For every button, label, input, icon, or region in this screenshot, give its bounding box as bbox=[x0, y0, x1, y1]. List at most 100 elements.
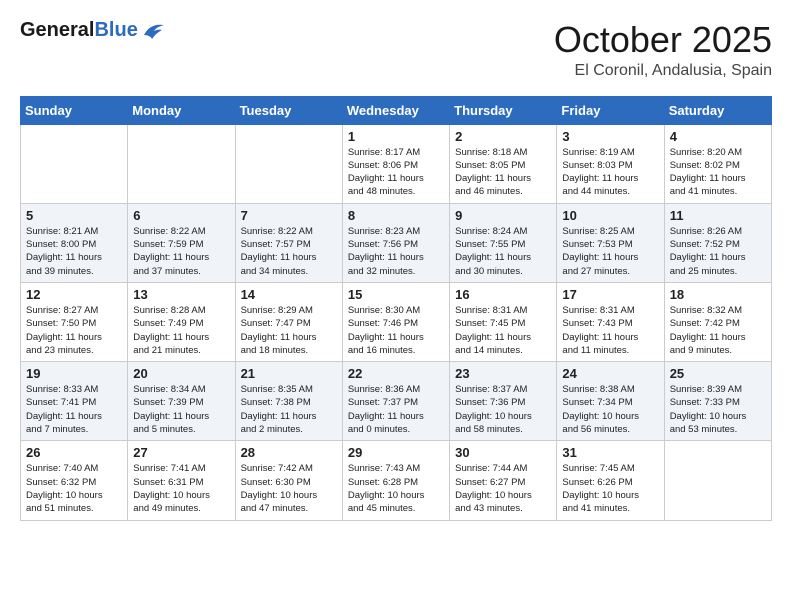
cell-info: Sunrise: 8:29 AM Sunset: 7:47 PM Dayligh… bbox=[241, 304, 337, 357]
day-number: 1 bbox=[348, 129, 444, 144]
location: El Coronil, Andalusia, Spain bbox=[554, 62, 772, 80]
calendar-cell: 8 Sunrise: 8:23 AM Sunset: 7:56 PM Daylig… bbox=[342, 203, 449, 282]
cell-info: Sunrise: 8:36 AM Sunset: 7:37 PM Dayligh… bbox=[348, 383, 444, 436]
cell-info: Sunrise: 8:37 AM Sunset: 7:36 PM Dayligh… bbox=[455, 383, 551, 436]
day-number: 13 bbox=[133, 287, 229, 302]
calendar-cell bbox=[664, 441, 771, 520]
day-number: 14 bbox=[241, 287, 337, 302]
calendar-cell: 5 Sunrise: 8:21 AM Sunset: 8:00 PM Daylig… bbox=[21, 203, 128, 282]
day-number: 11 bbox=[670, 208, 766, 223]
cell-info: Sunrise: 7:40 AM Sunset: 6:32 PM Dayligh… bbox=[26, 462, 122, 515]
day-number: 26 bbox=[26, 445, 122, 460]
calendar-cell: 30Sunrise: 7:44 AM Sunset: 6:27 PM Dayli… bbox=[450, 441, 557, 520]
calendar-cell: 27 Sunrise: 7:41 AM Sunset: 6:31 PM Dayli… bbox=[128, 441, 235, 520]
cell-info: Sunrise: 8:34 AM Sunset: 7:39 PM Dayligh… bbox=[133, 383, 229, 436]
calendar-cell: 31 Sunrise: 7:45 AM Sunset: 6:26 PM Dayli… bbox=[557, 441, 664, 520]
cell-info: Sunrise: 8:18 AM Sunset: 8:05 PM Dayligh… bbox=[455, 146, 551, 199]
calendar-cell: 10Sunrise: 8:25 AM Sunset: 7:53 PM Dayli… bbox=[557, 203, 664, 282]
cell-info: Sunrise: 8:17 AM Sunset: 8:06 PM Dayligh… bbox=[348, 146, 444, 199]
calendar-cell: 24Sunrise: 8:38 AM Sunset: 7:34 PM Dayli… bbox=[557, 362, 664, 441]
calendar-cell: 29 Sunrise: 7:43 AM Sunset: 6:28 PM Dayli… bbox=[342, 441, 449, 520]
day-number: 25 bbox=[670, 366, 766, 381]
calendar-cell: 25 Sunrise: 8:39 AM Sunset: 7:33 PM Dayli… bbox=[664, 362, 771, 441]
cell-info: Sunrise: 8:26 AM Sunset: 7:52 PM Dayligh… bbox=[670, 225, 766, 278]
page-header: GeneralBlue October 2025 El Coronil, And… bbox=[20, 20, 772, 80]
calendar-cell: 2Sunrise: 8:18 AM Sunset: 8:05 PM Daylig… bbox=[450, 124, 557, 203]
calendar-cell: 17 Sunrise: 8:31 AM Sunset: 7:43 PM Dayli… bbox=[557, 282, 664, 361]
logo-bird-icon bbox=[142, 21, 164, 41]
logo-blue: Blue bbox=[94, 19, 137, 41]
day-number: 19 bbox=[26, 366, 122, 381]
calendar-cell: 28 Sunrise: 7:42 AM Sunset: 6:30 PM Dayli… bbox=[235, 441, 342, 520]
day-number: 18 bbox=[670, 287, 766, 302]
day-number: 31 bbox=[562, 445, 658, 460]
cell-info: Sunrise: 8:22 AM Sunset: 7:59 PM Dayligh… bbox=[133, 225, 229, 278]
week-row-5: 26 Sunrise: 7:40 AM Sunset: 6:32 PM Dayli… bbox=[21, 441, 772, 520]
week-row-3: 12 Sunrise: 8:27 AM Sunset: 7:50 PM Dayli… bbox=[21, 282, 772, 361]
cell-info: Sunrise: 8:31 AM Sunset: 7:43 PM Dayligh… bbox=[562, 304, 658, 357]
cell-info: Sunrise: 8:19 AM Sunset: 8:03 PM Dayligh… bbox=[562, 146, 658, 199]
calendar-cell: 9Sunrise: 8:24 AM Sunset: 7:55 PM Daylig… bbox=[450, 203, 557, 282]
weekday-header-saturday: Saturday bbox=[664, 96, 771, 124]
title-block: October 2025 El Coronil, Andalusia, Spai… bbox=[554, 20, 772, 80]
calendar-cell: 18 Sunrise: 8:32 AM Sunset: 7:42 PM Dayli… bbox=[664, 282, 771, 361]
calendar-cell: 3 Sunrise: 8:19 AM Sunset: 8:03 PM Daylig… bbox=[557, 124, 664, 203]
month-title: October 2025 bbox=[554, 20, 772, 60]
calendar-cell bbox=[21, 124, 128, 203]
calendar-cell bbox=[128, 124, 235, 203]
cell-info: Sunrise: 8:20 AM Sunset: 8:02 PM Dayligh… bbox=[670, 146, 766, 199]
cell-info: Sunrise: 8:35 AM Sunset: 7:38 PM Dayligh… bbox=[241, 383, 337, 436]
cell-info: Sunrise: 8:21 AM Sunset: 8:00 PM Dayligh… bbox=[26, 225, 122, 278]
day-number: 30 bbox=[455, 445, 551, 460]
day-number: 29 bbox=[348, 445, 444, 460]
day-number: 5 bbox=[26, 208, 122, 223]
weekday-header-monday: Monday bbox=[128, 96, 235, 124]
weekday-header-row: SundayMondayTuesdayWednesdayThursdayFrid… bbox=[21, 96, 772, 124]
calendar-cell: 26 Sunrise: 7:40 AM Sunset: 6:32 PM Dayli… bbox=[21, 441, 128, 520]
cell-info: Sunrise: 7:42 AM Sunset: 6:30 PM Dayligh… bbox=[241, 462, 337, 515]
day-number: 8 bbox=[348, 208, 444, 223]
cell-info: Sunrise: 8:33 AM Sunset: 7:41 PM Dayligh… bbox=[26, 383, 122, 436]
week-row-1: 1 Sunrise: 8:17 AM Sunset: 8:06 PM Daylig… bbox=[21, 124, 772, 203]
cell-info: Sunrise: 8:23 AM Sunset: 7:56 PM Dayligh… bbox=[348, 225, 444, 278]
day-number: 4 bbox=[670, 129, 766, 144]
day-number: 20 bbox=[133, 366, 229, 381]
day-number: 12 bbox=[26, 287, 122, 302]
calendar-cell: 23 Sunrise: 8:37 AM Sunset: 7:36 PM Dayli… bbox=[450, 362, 557, 441]
calendar-cell: 4 Sunrise: 8:20 AM Sunset: 8:02 PM Daylig… bbox=[664, 124, 771, 203]
calendar-cell: 7Sunrise: 8:22 AM Sunset: 7:57 PM Daylig… bbox=[235, 203, 342, 282]
logo-general: General bbox=[20, 19, 94, 41]
calendar-cell: 20 Sunrise: 8:34 AM Sunset: 7:39 PM Dayli… bbox=[128, 362, 235, 441]
day-number: 21 bbox=[241, 366, 337, 381]
day-number: 15 bbox=[348, 287, 444, 302]
cell-info: Sunrise: 7:45 AM Sunset: 6:26 PM Dayligh… bbox=[562, 462, 658, 515]
weekday-header-thursday: Thursday bbox=[450, 96, 557, 124]
day-number: 17 bbox=[562, 287, 658, 302]
weekday-header-tuesday: Tuesday bbox=[235, 96, 342, 124]
day-number: 23 bbox=[455, 366, 551, 381]
calendar-cell: 11 Sunrise: 8:26 AM Sunset: 7:52 PM Dayli… bbox=[664, 203, 771, 282]
day-number: 27 bbox=[133, 445, 229, 460]
calendar-table: SundayMondayTuesdayWednesdayThursdayFrid… bbox=[20, 96, 772, 521]
calendar-cell: 22 Sunrise: 8:36 AM Sunset: 7:37 PM Dayli… bbox=[342, 362, 449, 441]
cell-info: Sunrise: 8:39 AM Sunset: 7:33 PM Dayligh… bbox=[670, 383, 766, 436]
cell-info: Sunrise: 8:32 AM Sunset: 7:42 PM Dayligh… bbox=[670, 304, 766, 357]
weekday-header-friday: Friday bbox=[557, 96, 664, 124]
cell-info: Sunrise: 8:27 AM Sunset: 7:50 PM Dayligh… bbox=[26, 304, 122, 357]
day-number: 10 bbox=[562, 208, 658, 223]
calendar-cell: 13Sunrise: 8:28 AM Sunset: 7:49 PM Dayli… bbox=[128, 282, 235, 361]
calendar-cell: 15Sunrise: 8:30 AM Sunset: 7:46 PM Dayli… bbox=[342, 282, 449, 361]
calendar-cell: 16Sunrise: 8:31 AM Sunset: 7:45 PM Dayli… bbox=[450, 282, 557, 361]
cell-info: Sunrise: 7:41 AM Sunset: 6:31 PM Dayligh… bbox=[133, 462, 229, 515]
day-number: 6 bbox=[133, 208, 229, 223]
cell-info: Sunrise: 7:43 AM Sunset: 6:28 PM Dayligh… bbox=[348, 462, 444, 515]
day-number: 28 bbox=[241, 445, 337, 460]
cell-info: Sunrise: 8:24 AM Sunset: 7:55 PM Dayligh… bbox=[455, 225, 551, 278]
cell-info: Sunrise: 8:22 AM Sunset: 7:57 PM Dayligh… bbox=[241, 225, 337, 278]
day-number: 3 bbox=[562, 129, 658, 144]
cell-info: Sunrise: 8:31 AM Sunset: 7:45 PM Dayligh… bbox=[455, 304, 551, 357]
calendar-cell: 12 Sunrise: 8:27 AM Sunset: 7:50 PM Dayli… bbox=[21, 282, 128, 361]
day-number: 22 bbox=[348, 366, 444, 381]
calendar-cell: 19 Sunrise: 8:33 AM Sunset: 7:41 PM Dayli… bbox=[21, 362, 128, 441]
day-number: 24 bbox=[562, 366, 658, 381]
